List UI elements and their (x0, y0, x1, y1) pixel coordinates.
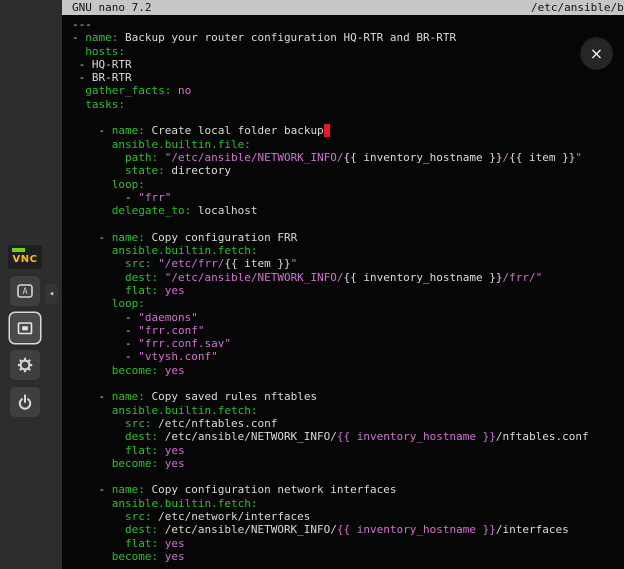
close-button[interactable]: × (581, 38, 612, 69)
code-line: --- (72, 18, 624, 31)
toolbar-collapse-handle[interactable]: ◂ (45, 284, 58, 304)
code-area: ---- name: Backup your router configurat… (62, 15, 624, 563)
code-line: loop: (72, 297, 624, 310)
keyboard-button[interactable]: A (10, 276, 40, 306)
nano-filename: /etc/ansible/b (531, 0, 624, 15)
code-line: flat: yes (72, 537, 624, 550)
code-line: - name: Copy configuration network inter… (72, 483, 624, 496)
code-line: ansible.builtin.fetch: (72, 244, 624, 257)
code-line: become: yes (72, 550, 624, 563)
code-line (72, 217, 624, 230)
nano-version-label: GNU nano 7.2 (72, 0, 151, 15)
code-line: - "frr.conf" (72, 324, 624, 337)
fullscreen-button[interactable] (10, 313, 40, 343)
code-line: src: /etc/network/interfaces (72, 510, 624, 523)
code-line: gather_facts: no (72, 84, 624, 97)
nano-titlebar: GNU nano 7.2 /etc/ansible/b (62, 0, 624, 15)
close-icon: × (590, 46, 603, 62)
code-line: - "daemons" (72, 311, 624, 324)
nano-terminal[interactable]: GNU nano 7.2 /etc/ansible/b ---- name: B… (62, 0, 624, 569)
svg-text:A: A (22, 287, 27, 297)
power-icon (16, 393, 34, 411)
vnc-toolbar: VNC A (5, 245, 45, 417)
code-line: loop: (72, 178, 624, 191)
code-line: src: "/etc/frr/{{ item }}" (72, 257, 624, 270)
code-line: dest: "/etc/ansible/NETWORK_INFO/{{ inve… (72, 271, 624, 284)
code-line: - HQ-RTR (72, 58, 624, 71)
code-line: src: /etc/nftables.conf (72, 417, 624, 430)
code-line: flat: yes (72, 284, 624, 297)
code-line: dest: /etc/ansible/NETWORK_INFO/{{ inven… (72, 523, 624, 536)
code-line: - name: Copy configuration FRR (72, 231, 624, 244)
vnc-logo-accent (12, 248, 25, 252)
code-line (72, 470, 624, 483)
code-line: - "vtysh.conf" (72, 350, 624, 363)
vnc-logo-text: VNC (13, 254, 38, 266)
code-line: - "frr" (72, 191, 624, 204)
gear-icon (16, 356, 34, 374)
code-line: - name: Create local folder backup (72, 124, 624, 137)
code-line: ansible.builtin.file: (72, 138, 624, 151)
code-line: path: "/etc/ansible/NETWORK_INFO/{{ inve… (72, 151, 624, 164)
code-line (72, 111, 624, 124)
code-line: become: yes (72, 457, 624, 470)
code-line: ansible.builtin.fetch: (72, 404, 624, 417)
code-line: - "frr.conf.sav" (72, 337, 624, 350)
code-line: state: directory (72, 164, 624, 177)
vnc-sidebar: VNC A (0, 0, 62, 569)
code-line (72, 377, 624, 390)
code-line: tasks: (72, 98, 624, 111)
code-line: ansible.builtin.fetch: (72, 497, 624, 510)
code-line: - name: Backup your router configuration… (72, 31, 624, 44)
code-line: delegate_to: localhost (72, 204, 624, 217)
code-line: become: yes (72, 364, 624, 377)
code-line: hosts: (72, 45, 624, 58)
vnc-logo: VNC (8, 245, 42, 269)
settings-button[interactable] (10, 350, 40, 380)
chevron-left-icon: ◂ (49, 289, 54, 299)
code-line: - name: Copy saved rules nftables (72, 390, 624, 403)
code-line: dest: /etc/ansible/NETWORK_INFO/{{ inven… (72, 430, 624, 443)
code-line: - BR-RTR (72, 71, 624, 84)
keyboard-icon: A (16, 282, 34, 300)
power-button[interactable] (10, 387, 40, 417)
fullscreen-icon (16, 319, 34, 337)
code-line: flat: yes (72, 444, 624, 457)
